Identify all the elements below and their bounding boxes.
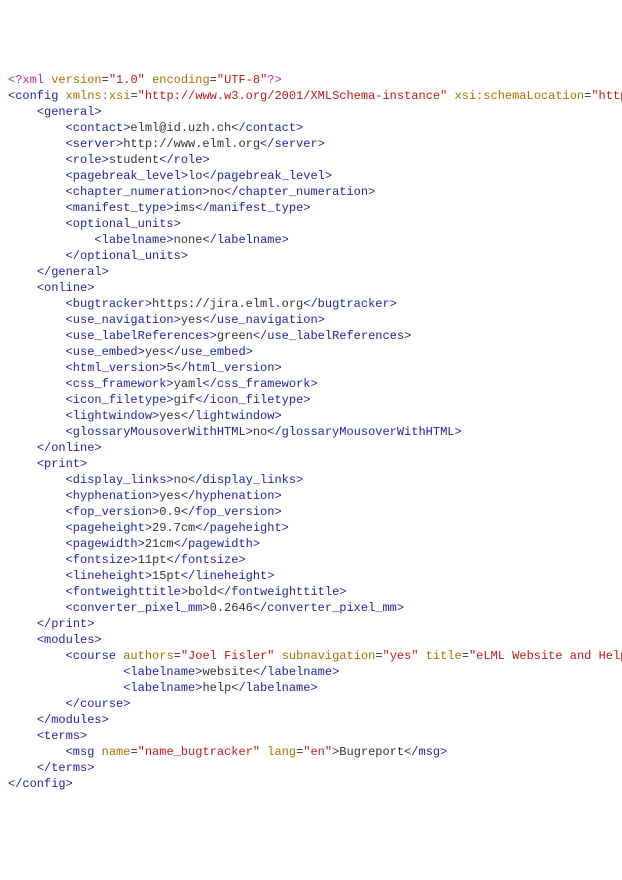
code-line: </terms> [8,760,614,776]
code-line: <print> [8,456,614,472]
code-line: </course> [8,696,614,712]
code-line: <msg name="name_bugtracker" lang="en">Bu… [8,744,614,760]
code-line: <icon_filetype>gif</icon_filetype> [8,392,614,408]
code-line: <fontsize>11pt</fontsize> [8,552,614,568]
code-line: <pagebreak_level>lo</pagebreak_level> [8,168,614,184]
code-line: <chapter_numeration>no</chapter_numerati… [8,184,614,200]
code-line: <lightwindow>yes</lightwindow> [8,408,614,424]
xml-code-block: <?xml version="1.0" encoding="UTF-8"?><c… [8,72,614,792]
code-line: </print> [8,616,614,632]
code-line: <glossaryMousoverWithHTML>no</glossaryMo… [8,424,614,440]
code-line: <hyphenation>yes</hyphenation> [8,488,614,504]
code-line: </optional_units> [8,248,614,264]
code-line: <lineheight>15pt</lineheight> [8,568,614,584]
code-line: <labelname>help</labelname> [8,680,614,696]
code-line: <use_navigation>yes</use_navigation> [8,312,614,328]
code-line: </modules> [8,712,614,728]
code-line: <display_links>no</display_links> [8,472,614,488]
code-line: <converter_pixel_mm>0.2646</converter_pi… [8,600,614,616]
code-line: <modules> [8,632,614,648]
code-line: <config xmlns:xsi="http://www.w3.org/200… [8,88,614,104]
code-line: <fontweighttitle>bold</fontweighttitle> [8,584,614,600]
code-line: <css_framework>yaml</css_framework> [8,376,614,392]
code-line: <role>student</role> [8,152,614,168]
code-line: <use_embed>yes</use_embed> [8,344,614,360]
code-line: <use_labelReferences>green</use_labelRef… [8,328,614,344]
code-line: <pageheight>29.7cm</pageheight> [8,520,614,536]
code-line: <server>http://www.elml.org</server> [8,136,614,152]
code-line: <optional_units> [8,216,614,232]
code-line: <labelname>none</labelname> [8,232,614,248]
code-line: </general> [8,264,614,280]
code-line: </online> [8,440,614,456]
code-line: <html_version>5</html_version> [8,360,614,376]
code-line: <manifest_type>ims</manifest_type> [8,200,614,216]
code-line: <contact>elml@id.uzh.ch</contact> [8,120,614,136]
code-line: <?xml version="1.0" encoding="UTF-8"?> [8,72,614,88]
code-line: </config> [8,776,614,792]
code-line: <terms> [8,728,614,744]
code-line: <bugtracker>https://jira.elml.org</bugtr… [8,296,614,312]
code-line: <labelname>website</labelname> [8,664,614,680]
code-line: <course authors="Joel Fisler" subnavigat… [8,648,614,664]
code-line: <fop_version>0.9</fop_version> [8,504,614,520]
code-line: <pagewidth>21cm</pagewidth> [8,536,614,552]
code-line: <general> [8,104,614,120]
code-line: <online> [8,280,614,296]
